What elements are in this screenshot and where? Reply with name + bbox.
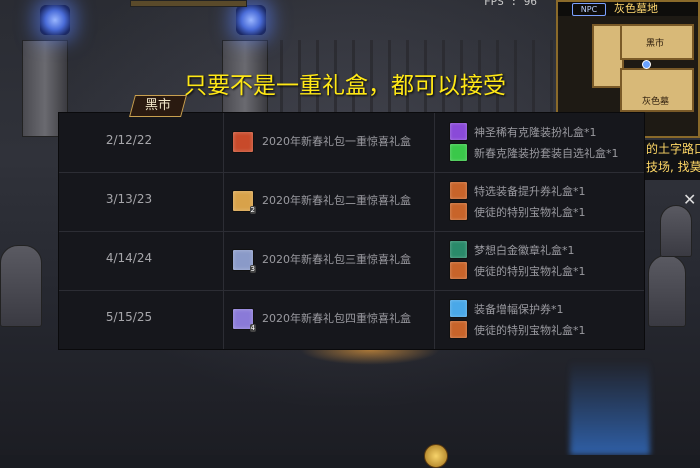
box-name: 2020年新春礼包一重惊喜礼盒 [262, 135, 411, 148]
reward-name: 神圣稀有克隆装扮礼盒*1 [474, 126, 597, 139]
reward-cell: 神圣稀有克隆装扮礼盒*1 新春克隆装扮套装自选礼盒*1 [435, 113, 644, 172]
reward-name: 使徒的特别宝物礼盒*1 [474, 206, 586, 219]
gift-box-icon[interactable] [232, 131, 254, 153]
date-cell: 2/12/22 [59, 113, 224, 172]
blue-light-effect [570, 360, 650, 455]
reward-name: 装备增幅保护券*1 [474, 303, 564, 316]
fps-counter: FPS : 96 [484, 0, 537, 8]
reward-item-icon[interactable] [449, 181, 468, 200]
chat-line: 的土字路口 [646, 142, 700, 156]
table-row: 2/12/22 2020年新春礼包一重惊喜礼盒 神圣稀有克隆装扮礼盒*1 新春克… [59, 113, 644, 173]
gravestone [660, 205, 692, 257]
box-name: 2020年新春礼包二重惊喜礼盒 [262, 194, 411, 207]
box-cell: 4 2020年新春礼包四重惊喜礼盒 [224, 290, 435, 349]
tag-label: 黑市 [144, 98, 171, 113]
chat-line: 技场, 找莫 [646, 160, 700, 174]
reward-name: 特选装备提升券礼盒*1 [474, 185, 586, 198]
reward-item-icon[interactable] [449, 143, 468, 162]
gift-box-icon[interactable]: 3 [232, 249, 256, 273]
box-name: 2020年新春礼包四重惊喜礼盒 [262, 312, 411, 325]
gift-box-icon[interactable]: 4 [232, 308, 256, 332]
blue-lamp-icon [40, 5, 70, 35]
date-cell: 3/13/23 [59, 172, 224, 231]
reward-cell: 梦想白金徽章礼盒*1 使徒的特别宝物礼盒*1 [435, 231, 644, 290]
box-tier-number: 2 [249, 206, 256, 214]
box-tier-number: 3 [249, 265, 256, 273]
gravestone [0, 245, 42, 327]
gift-box-table: 2/12/22 2020年新春礼包一重惊喜礼盒 神圣稀有克隆装扮礼盒*1 新春克… [58, 112, 645, 350]
gravestone [648, 255, 686, 327]
black-market-tag: 黑市 [129, 95, 187, 117]
reward-name: 新春克隆装扮套装自选礼盒*1 [474, 147, 619, 160]
reward-name: 梦想白金徽章礼盒*1 [474, 244, 575, 257]
reward-item-icon[interactable] [449, 299, 468, 318]
reward-item-icon[interactable] [449, 261, 468, 280]
box-tier-number: 4 [249, 324, 256, 332]
reward-item-icon[interactable] [449, 122, 468, 141]
gift-box-icon[interactable]: 2 [232, 190, 256, 214]
npc-toggle-button[interactable]: NPC [572, 3, 606, 16]
date-cell: 4/14/24 [59, 231, 224, 290]
headline-caption: 只要不是一重礼盒，都可以接受 [184, 73, 506, 99]
map-label: 黑市 [646, 39, 665, 49]
table-row: 5/15/25 4 2020年新春礼包四重惊喜礼盒 装备增幅保护券*1 使徒的特… [59, 290, 644, 349]
reward-cell: 特选装备提升券礼盒*1 使徒的特别宝物礼盒*1 [435, 172, 644, 231]
date-text: 5/15/25 [105, 310, 153, 324]
reward-name: 使徒的特别宝物礼盒*1 [474, 265, 586, 278]
date-text: 3/13/23 [105, 192, 153, 206]
date-text: 2/12/22 [105, 133, 153, 147]
date-text: 4/14/24 [105, 251, 153, 265]
reward-cell: 装备增幅保护券*1 使徒的特别宝物礼盒*1 [435, 290, 644, 349]
hp-bar [130, 0, 247, 7]
reward-name: 使徒的特别宝物礼盒*1 [474, 324, 586, 337]
date-cell: 5/15/25 [59, 290, 224, 349]
box-cell: 2020年新春礼包一重惊喜礼盒 [224, 113, 435, 172]
box-cell: 3 2020年新春礼包三重惊喜礼盒 [224, 231, 435, 290]
reward-item-icon[interactable] [449, 240, 468, 259]
table-row: 4/14/24 3 2020年新春礼包三重惊喜礼盒 梦想白金徽章礼盒*1 使徒的… [59, 231, 644, 291]
box-name: 2020年新春礼包三重惊喜礼盒 [262, 253, 411, 266]
box-cell: 2 2020年新春礼包二重惊喜礼盒 [224, 172, 435, 231]
coin-icon [424, 444, 448, 468]
reward-item-icon[interactable] [449, 320, 468, 339]
reward-item-icon[interactable] [449, 202, 468, 221]
blue-lamp-icon [236, 5, 266, 35]
chat-window[interactable]: 的土字路口 技场, 找莫 [642, 140, 700, 180]
table-row: 3/13/23 2 2020年新春礼包二重惊喜礼盒 特选装备提升券礼盒*1 使徒… [59, 172, 644, 232]
skull-icon: ✕ [683, 190, 697, 209]
